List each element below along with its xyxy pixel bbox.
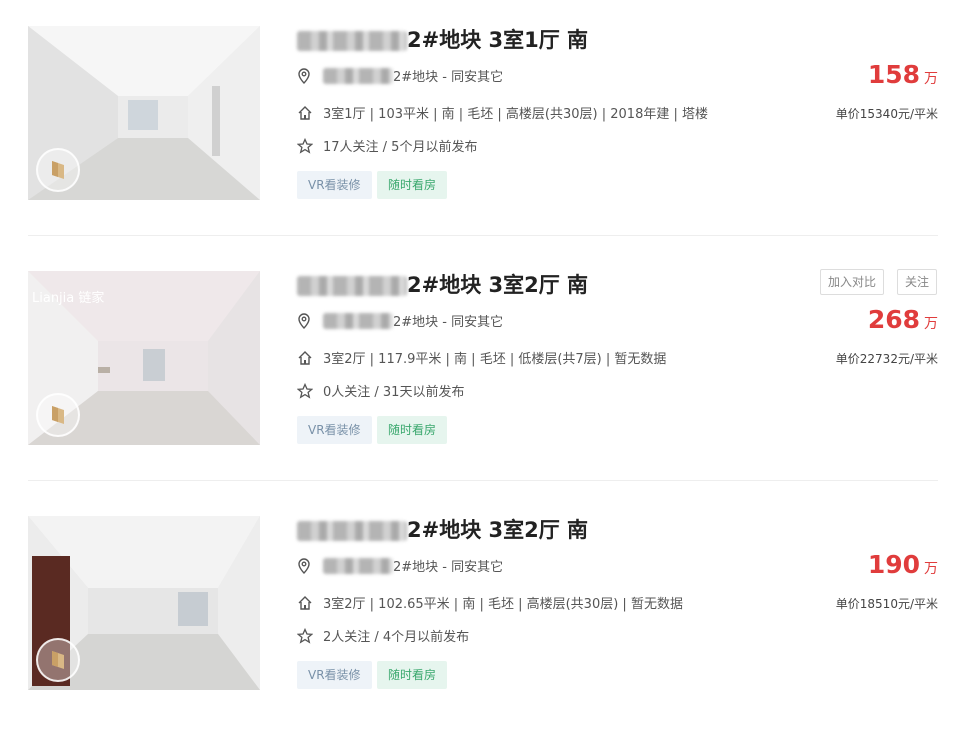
listing-card[interactable]: Lianjia 链家 2#地块 3室2厅 南 2#地块 - 同安其它 3室2厅 … bbox=[0, 245, 971, 490]
listing-photo[interactable] bbox=[28, 26, 260, 200]
location-row: 2#地块 - 同安其它 bbox=[297, 311, 503, 330]
star-icon bbox=[297, 382, 313, 399]
unit-price: 单价18510元/平米 bbox=[835, 597, 938, 611]
location-pin-icon bbox=[297, 312, 313, 329]
tag-viewing-anytime: 随时看房 bbox=[377, 661, 448, 689]
listing-photo[interactable]: Lianjia 链家 bbox=[28, 271, 260, 445]
unit-price: 单价22732元/平米 bbox=[835, 352, 938, 366]
location-pin-icon bbox=[297, 557, 313, 574]
divider bbox=[28, 235, 938, 236]
star-icon bbox=[297, 627, 313, 644]
tag-viewing-anytime: 随时看房 bbox=[377, 171, 448, 199]
listing-title[interactable]: 2#地块 3室2厅 南 bbox=[297, 269, 588, 299]
price-value: 190 bbox=[867, 550, 920, 579]
listing-card[interactable]: 2#地块 3室2厅 南 2#地块 - 同安其它 3室2厅 | 102.65平米 … bbox=[0, 490, 971, 735]
listing-title[interactable]: 2#地块 3室2厅 南 bbox=[297, 514, 588, 544]
location-row: 2#地块 - 同安其它 bbox=[297, 556, 503, 575]
price-unit: 万 bbox=[924, 71, 938, 87]
tag-viewing-anytime: 随时看房 bbox=[377, 416, 448, 444]
location-text[interactable]: 2#地块 - 同安其它 bbox=[393, 556, 503, 575]
price-unit: 万 bbox=[924, 316, 938, 332]
follow-info: 0人关注 / 31天以前发布 bbox=[323, 385, 465, 400]
vr-house-badge-icon bbox=[36, 148, 80, 192]
unit-price: 单价15340元/平米 bbox=[835, 107, 938, 121]
follow-row: 2人关注 / 4个月以前发布 bbox=[297, 626, 469, 645]
tag-vr-decoration[interactable]: VR看装修 bbox=[297, 171, 372, 199]
location-text[interactable]: 2#地块 - 同安其它 bbox=[393, 311, 503, 330]
vr-house-badge-icon bbox=[36, 638, 80, 682]
house-icon bbox=[297, 105, 313, 121]
follow-row: 17人关注 / 5个月以前发布 bbox=[297, 136, 477, 155]
info-row: 3室1厅 | 103平米 | 南 | 毛坯 | 高楼层(共30层) | 2018… bbox=[297, 103, 708, 122]
location-pin-icon bbox=[297, 67, 313, 84]
listing-title[interactable]: 2#地块 3室1厅 南 bbox=[297, 24, 588, 54]
follow-info: 17人关注 / 5个月以前发布 bbox=[323, 140, 478, 155]
house-info: 3室2厅 | 117.9平米 | 南 | 毛坯 | 低楼层(共7层) | 暂无数… bbox=[323, 352, 667, 367]
info-row: 3室2厅 | 117.9平米 | 南 | 毛坯 | 低楼层(共7层) | 暂无数… bbox=[297, 348, 666, 367]
location-row: 2#地块 - 同安其它 bbox=[297, 66, 503, 85]
total-price: 190 万 bbox=[868, 550, 938, 579]
add-to-compare-button[interactable]: 加入对比 bbox=[820, 269, 885, 295]
house-icon bbox=[297, 595, 313, 611]
star-icon bbox=[297, 137, 313, 154]
follow-button[interactable]: 关注 bbox=[897, 269, 938, 295]
house-info: 3室2厅 | 102.65平米 | 南 | 毛坯 | 高楼层(共30层) | 暂… bbox=[323, 597, 683, 612]
photo-watermark: Lianjia 链家 bbox=[32, 290, 104, 306]
tag-vr-decoration[interactable]: VR看装修 bbox=[297, 661, 372, 689]
price-value: 268 bbox=[867, 305, 920, 334]
price-unit: 万 bbox=[924, 561, 938, 577]
listing-photo[interactable] bbox=[28, 516, 260, 690]
listing-card[interactable]: 2#地块 3室1厅 南 2#地块 - 同安其它 3室1厅 | 103平米 | 南… bbox=[0, 0, 971, 245]
total-price: 158 万 bbox=[868, 60, 938, 89]
tag-vr-decoration[interactable]: VR看装修 bbox=[297, 416, 372, 444]
divider bbox=[28, 480, 938, 481]
house-info: 3室1厅 | 103平米 | 南 | 毛坯 | 高楼层(共30层) | 2018… bbox=[323, 107, 708, 122]
info-row: 3室2厅 | 102.65平米 | 南 | 毛坯 | 高楼层(共30层) | 暂… bbox=[297, 593, 683, 612]
total-price: 268 万 bbox=[868, 305, 938, 334]
follow-info: 2人关注 / 4个月以前发布 bbox=[323, 630, 470, 645]
follow-row: 0人关注 / 31天以前发布 bbox=[297, 381, 464, 400]
location-text[interactable]: 2#地块 - 同安其它 bbox=[393, 66, 503, 85]
house-icon bbox=[297, 350, 313, 366]
price-value: 158 bbox=[867, 60, 920, 89]
vr-house-badge-icon bbox=[36, 393, 80, 437]
